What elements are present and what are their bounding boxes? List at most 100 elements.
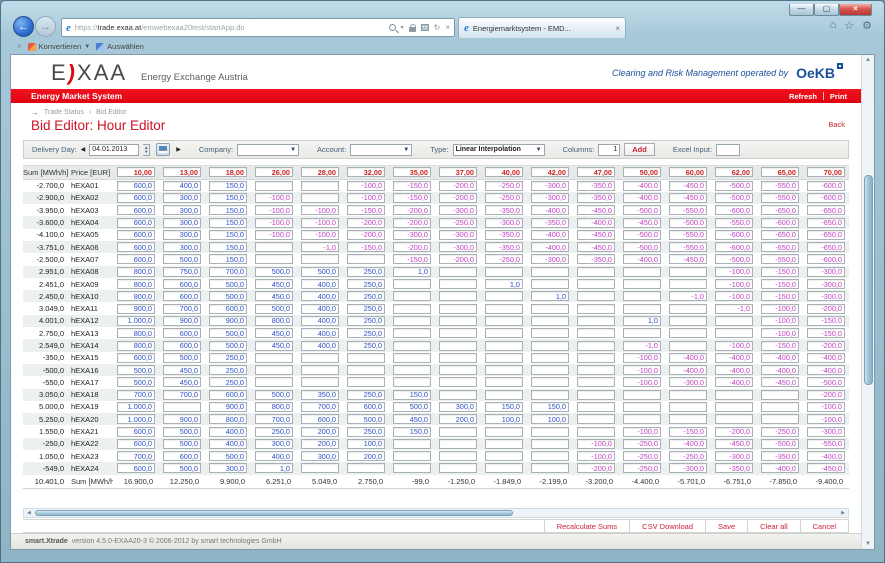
bid-cell-input[interactable] — [577, 414, 615, 424]
bid-cell-input[interactable] — [531, 304, 569, 314]
bid-cell-input[interactable] — [393, 291, 431, 301]
bid-cell-input[interactable] — [347, 291, 385, 301]
bid-cell-input[interactable] — [485, 205, 523, 215]
bid-cell-input[interactable] — [347, 353, 385, 363]
bid-cell-input[interactable] — [301, 316, 339, 326]
bid-cell-input[interactable] — [439, 402, 477, 412]
bid-cell-input[interactable] — [255, 193, 293, 203]
bid-cell-input[interactable] — [347, 205, 385, 215]
bid-cell-input[interactable] — [347, 316, 385, 326]
bid-cell-input[interactable] — [761, 451, 799, 461]
bid-cell-input[interactable] — [393, 341, 431, 351]
bid-cell-input[interactable] — [485, 242, 523, 252]
bid-cell-input[interactable] — [209, 341, 247, 351]
bid-cell-input[interactable] — [715, 402, 753, 412]
bid-cell-input[interactable] — [439, 205, 477, 215]
bid-cell-input[interactable] — [761, 291, 799, 301]
bid-cell-input[interactable] — [347, 390, 385, 400]
horizontal-scroll-thumb[interactable] — [35, 510, 513, 516]
bid-cell-input[interactable] — [163, 304, 201, 314]
bid-cell-input[interactable] — [255, 291, 293, 301]
bid-cell-input[interactable] — [347, 402, 385, 412]
bid-cell-input[interactable] — [623, 402, 661, 412]
bid-cell-input[interactable] — [301, 439, 339, 449]
scroll-up-icon[interactable]: ▲ — [865, 55, 871, 65]
bid-cell-input[interactable] — [393, 463, 431, 473]
bid-cell-input[interactable] — [761, 377, 799, 387]
bid-cell-input[interactable] — [347, 267, 385, 277]
bid-cell-input[interactable] — [393, 218, 431, 228]
bid-cell-input[interactable] — [623, 291, 661, 301]
bid-cell-input[interactable] — [807, 205, 845, 215]
bid-cell-input[interactable] — [163, 218, 201, 228]
bid-cell-input[interactable] — [761, 414, 799, 424]
bid-cell-input[interactable] — [209, 414, 247, 424]
bid-cell-input[interactable] — [117, 427, 155, 437]
bid-cell-input[interactable] — [347, 439, 385, 449]
type-select[interactable]: Linear Interpolation▼ — [453, 144, 545, 156]
price-header-input[interactable] — [301, 167, 339, 177]
bid-cell-input[interactable] — [669, 427, 707, 437]
bid-cell-input[interactable] — [715, 328, 753, 338]
bid-cell-input[interactable] — [393, 439, 431, 449]
bid-cell-input[interactable] — [209, 291, 247, 301]
bid-cell-input[interactable] — [715, 377, 753, 387]
bid-cell-input[interactable] — [761, 316, 799, 326]
bid-cell-input[interactable] — [209, 377, 247, 387]
bid-cell-input[interactable] — [623, 451, 661, 461]
bid-cell-input[interactable] — [347, 427, 385, 437]
bid-cell-input[interactable] — [485, 463, 523, 473]
bid-cell-input[interactable] — [715, 463, 753, 473]
price-header-input[interactable] — [577, 167, 615, 177]
bid-cell-input[interactable] — [209, 218, 247, 228]
settings-gear-icon[interactable]: ⚙ — [862, 19, 872, 32]
scroll-right-icon[interactable]: ▶ — [838, 510, 848, 516]
bid-cell-input[interactable] — [163, 279, 201, 289]
bid-cell-input[interactable] — [577, 267, 615, 277]
forward-button[interactable]: → — [35, 16, 56, 37]
bid-cell-input[interactable] — [255, 390, 293, 400]
bid-cell-input[interactable] — [439, 353, 477, 363]
browser-tab[interactable]: e Energiemarktsystem - EMD... × — [458, 17, 626, 38]
prev-day-icon[interactable]: ◀ — [81, 146, 86, 153]
bid-cell-input[interactable] — [393, 254, 431, 264]
bid-cell-input[interactable] — [393, 365, 431, 375]
bid-cell-input[interactable] — [301, 230, 339, 240]
next-day-icon[interactable]: ▶ — [176, 146, 181, 153]
bid-cell-input[interactable] — [577, 291, 615, 301]
bid-cell-input[interactable] — [807, 230, 845, 240]
bid-cell-input[interactable] — [485, 341, 523, 351]
bid-cell-input[interactable] — [163, 230, 201, 240]
bid-cell-input[interactable] — [163, 267, 201, 277]
bid-cell-input[interactable] — [715, 414, 753, 424]
bid-cell-input[interactable] — [255, 328, 293, 338]
chevron-down-icon[interactable]: ▾ — [401, 24, 404, 31]
bid-cell-input[interactable] — [163, 254, 201, 264]
bid-cell-input[interactable] — [531, 439, 569, 449]
bid-cell-input[interactable] — [577, 439, 615, 449]
bid-cell-input[interactable] — [301, 254, 339, 264]
bid-cell-input[interactable] — [485, 304, 523, 314]
vertical-scroll-thumb[interactable] — [864, 175, 873, 385]
bid-cell-input[interactable] — [163, 414, 201, 424]
bid-cell-input[interactable] — [577, 353, 615, 363]
bid-cell-input[interactable] — [347, 242, 385, 252]
scroll-left-icon[interactable]: ◀ — [24, 510, 34, 516]
bid-cell-input[interactable] — [347, 328, 385, 338]
bid-cell-input[interactable] — [577, 402, 615, 412]
bid-cell-input[interactable] — [669, 205, 707, 215]
bid-cell-input[interactable] — [117, 341, 155, 351]
bid-cell-input[interactable] — [163, 242, 201, 252]
bid-cell-input[interactable] — [623, 377, 661, 387]
bid-cell-input[interactable] — [623, 218, 661, 228]
bid-cell-input[interactable] — [623, 230, 661, 240]
bid-cell-input[interactable] — [163, 365, 201, 375]
breadcrumb-root[interactable]: Trade Status — [44, 109, 84, 116]
bid-cell-input[interactable] — [163, 181, 201, 191]
bid-cell-input[interactable] — [439, 193, 477, 203]
bid-cell-input[interactable] — [623, 193, 661, 203]
bid-cell-input[interactable] — [209, 242, 247, 252]
bid-cell-input[interactable] — [485, 377, 523, 387]
bid-cell-input[interactable] — [255, 414, 293, 424]
bid-cell-input[interactable] — [531, 377, 569, 387]
